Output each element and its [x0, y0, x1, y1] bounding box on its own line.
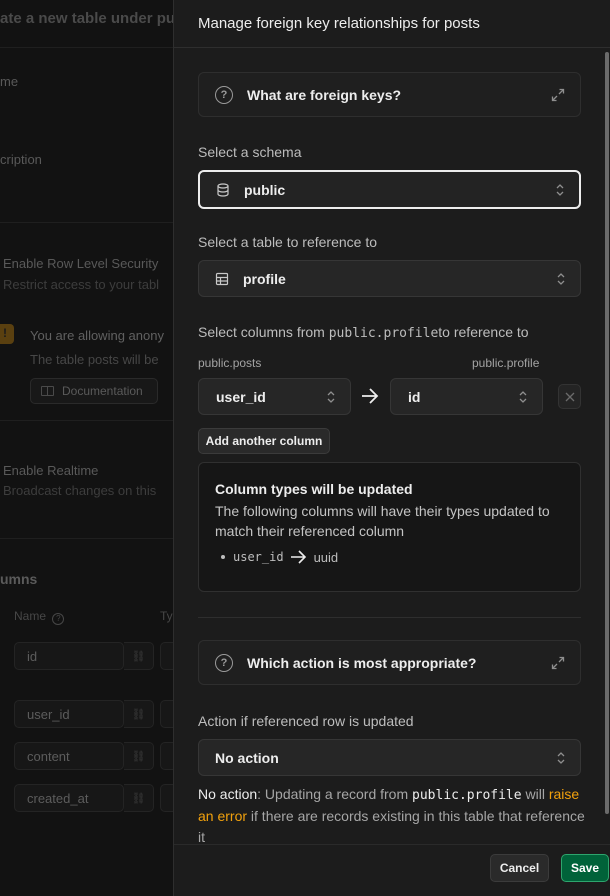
panel-footer: Cancel Save	[174, 844, 610, 896]
arrow-right-icon	[290, 550, 306, 564]
schema-select[interactable]: public	[198, 170, 581, 209]
book-icon	[41, 386, 54, 396]
link-icon[interactable]: ⛓	[124, 784, 154, 812]
realtime-label: Enable Realtime	[3, 463, 99, 478]
question-icon: ?	[215, 85, 233, 104]
divider	[0, 47, 176, 48]
divider	[0, 222, 176, 223]
columns-label: Select columns from public.profileto ref…	[198, 324, 529, 341]
chevron-updown-icon	[327, 390, 335, 403]
expand-icon	[551, 88, 565, 102]
update-action-select[interactable]: No action	[198, 739, 581, 776]
realtime-description: Broadcast changes on this	[3, 483, 157, 498]
column-types-callout: Column types will be updated The followi…	[198, 462, 581, 592]
column-header-type: Ty	[160, 609, 173, 623]
panel-header: Manage foreign key relationships for pos…	[174, 0, 610, 48]
target-column-select[interactable]: id	[390, 378, 543, 415]
link-icon[interactable]: ⛓	[124, 742, 154, 770]
divider	[0, 420, 176, 421]
panel-body[interactable]: ? What are foreign keys? Select a schema…	[174, 48, 605, 844]
scrollbar[interactable]	[605, 52, 609, 814]
expand-icon	[551, 656, 565, 670]
table-icon	[215, 272, 229, 285]
table-select[interactable]: profile	[198, 260, 581, 297]
description-label: cription	[0, 152, 42, 167]
faq-appropriate-action[interactable]: ? Which action is most appropriate?	[198, 640, 581, 685]
divider	[198, 617, 581, 618]
source-column-select[interactable]: user_id	[198, 378, 351, 415]
chevron-updown-icon	[519, 390, 527, 403]
background-title: ate a new table under pu	[0, 10, 176, 27]
column-name-field[interactable]: id	[14, 642, 124, 670]
documentation-button[interactable]: Documentation	[30, 378, 158, 404]
rls-label: Enable Row Level Security	[3, 256, 159, 271]
cancel-button[interactable]: Cancel	[490, 854, 549, 882]
link-icon[interactable]: ⛓	[124, 700, 154, 728]
action-help-text: No action: Updating a record from public…	[198, 786, 585, 844]
add-another-column-button[interactable]: Add another column	[198, 428, 330, 454]
foreign-key-panel: Manage foreign key relationships for pos…	[173, 0, 610, 896]
close-icon	[565, 392, 574, 401]
warning-icon	[0, 324, 14, 344]
link-icon[interactable]: ⛓	[124, 642, 154, 670]
save-button[interactable]: Save	[561, 854, 609, 882]
bullet	[221, 555, 225, 559]
chevron-updown-icon	[557, 751, 565, 764]
rls-description: Restrict access to your tabl	[3, 277, 160, 292]
arrow-right-icon	[362, 388, 379, 404]
column-name-field[interactable]: content	[14, 742, 124, 770]
table-label: Select a table to reference to	[198, 234, 377, 250]
action-label: Action if referenced row is updated	[198, 713, 414, 729]
callout-text: The following columns will have their ty…	[215, 503, 550, 539]
schema-label: Select a schema	[198, 144, 302, 160]
callout-title: Column types will be updated	[215, 481, 413, 497]
warning-title: You are allowing anony	[30, 328, 164, 343]
database-icon	[217, 182, 229, 197]
name-label: me	[0, 74, 19, 89]
column-name-field[interactable]: created_at	[14, 784, 124, 812]
source-table-label: public.posts	[198, 356, 262, 370]
callout-item: user_id uuid	[215, 549, 564, 565]
panel-title: Manage foreign key relationships for pos…	[198, 15, 480, 32]
chevron-updown-icon	[556, 183, 564, 196]
divider	[0, 538, 176, 539]
chevron-updown-icon	[557, 272, 565, 285]
target-table-label: public.profile	[472, 356, 540, 370]
columns-heading: umns	[0, 571, 38, 587]
faq-foreign-keys[interactable]: ? What are foreign keys?	[198, 72, 581, 117]
question-icon: ?	[215, 653, 233, 672]
warning-text: The table posts will be	[30, 352, 159, 367]
column-header-name: Name ?	[14, 609, 65, 625]
background-form: ate a new table under pu me cription Ena…	[0, 0, 176, 896]
column-name-field[interactable]: user_id	[14, 700, 124, 728]
remove-column-button[interactable]	[558, 384, 581, 409]
